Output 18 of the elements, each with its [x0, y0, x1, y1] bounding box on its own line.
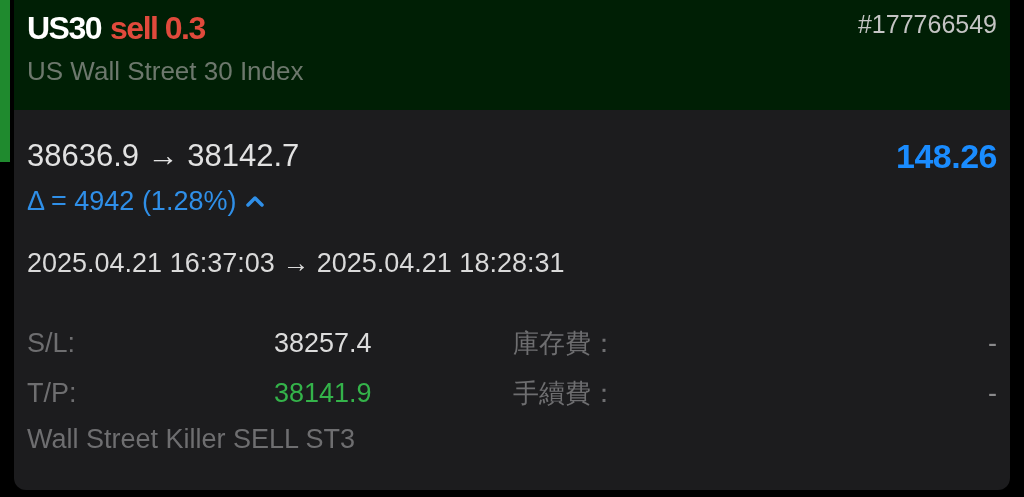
chevron-up-icon[interactable] [246, 195, 265, 207]
price-change: 38636.9 → 38142.7 [27, 138, 300, 174]
row-value: 38257.4 [274, 327, 373, 359]
delta-text: Δ = 4942 (1.28%) [27, 185, 237, 217]
row-label: T/P: [27, 377, 78, 409]
order-side-label: sell 0.3 [110, 9, 205, 47]
symbol-description: US Wall Street 30 Index [27, 56, 304, 87]
fee-value: - [988, 377, 997, 409]
profit-value: 148.26 [896, 136, 997, 176]
row-value: 38141.9 [274, 377, 373, 409]
trade-comment: Wall Street Killer SELL ST3 [27, 424, 357, 455]
time-range: 2025.04.21 16:37:03 → 2025.04.21 18:28:31 [27, 248, 566, 280]
row-label: S/L: [27, 327, 77, 359]
symbol-label: US30 [27, 9, 102, 47]
fee-label: 庫存費： [513, 326, 618, 360]
fee-value: - [988, 327, 997, 359]
fee-label: 手續費： [513, 376, 618, 410]
ticket-number: #177766549 [857, 10, 997, 40]
